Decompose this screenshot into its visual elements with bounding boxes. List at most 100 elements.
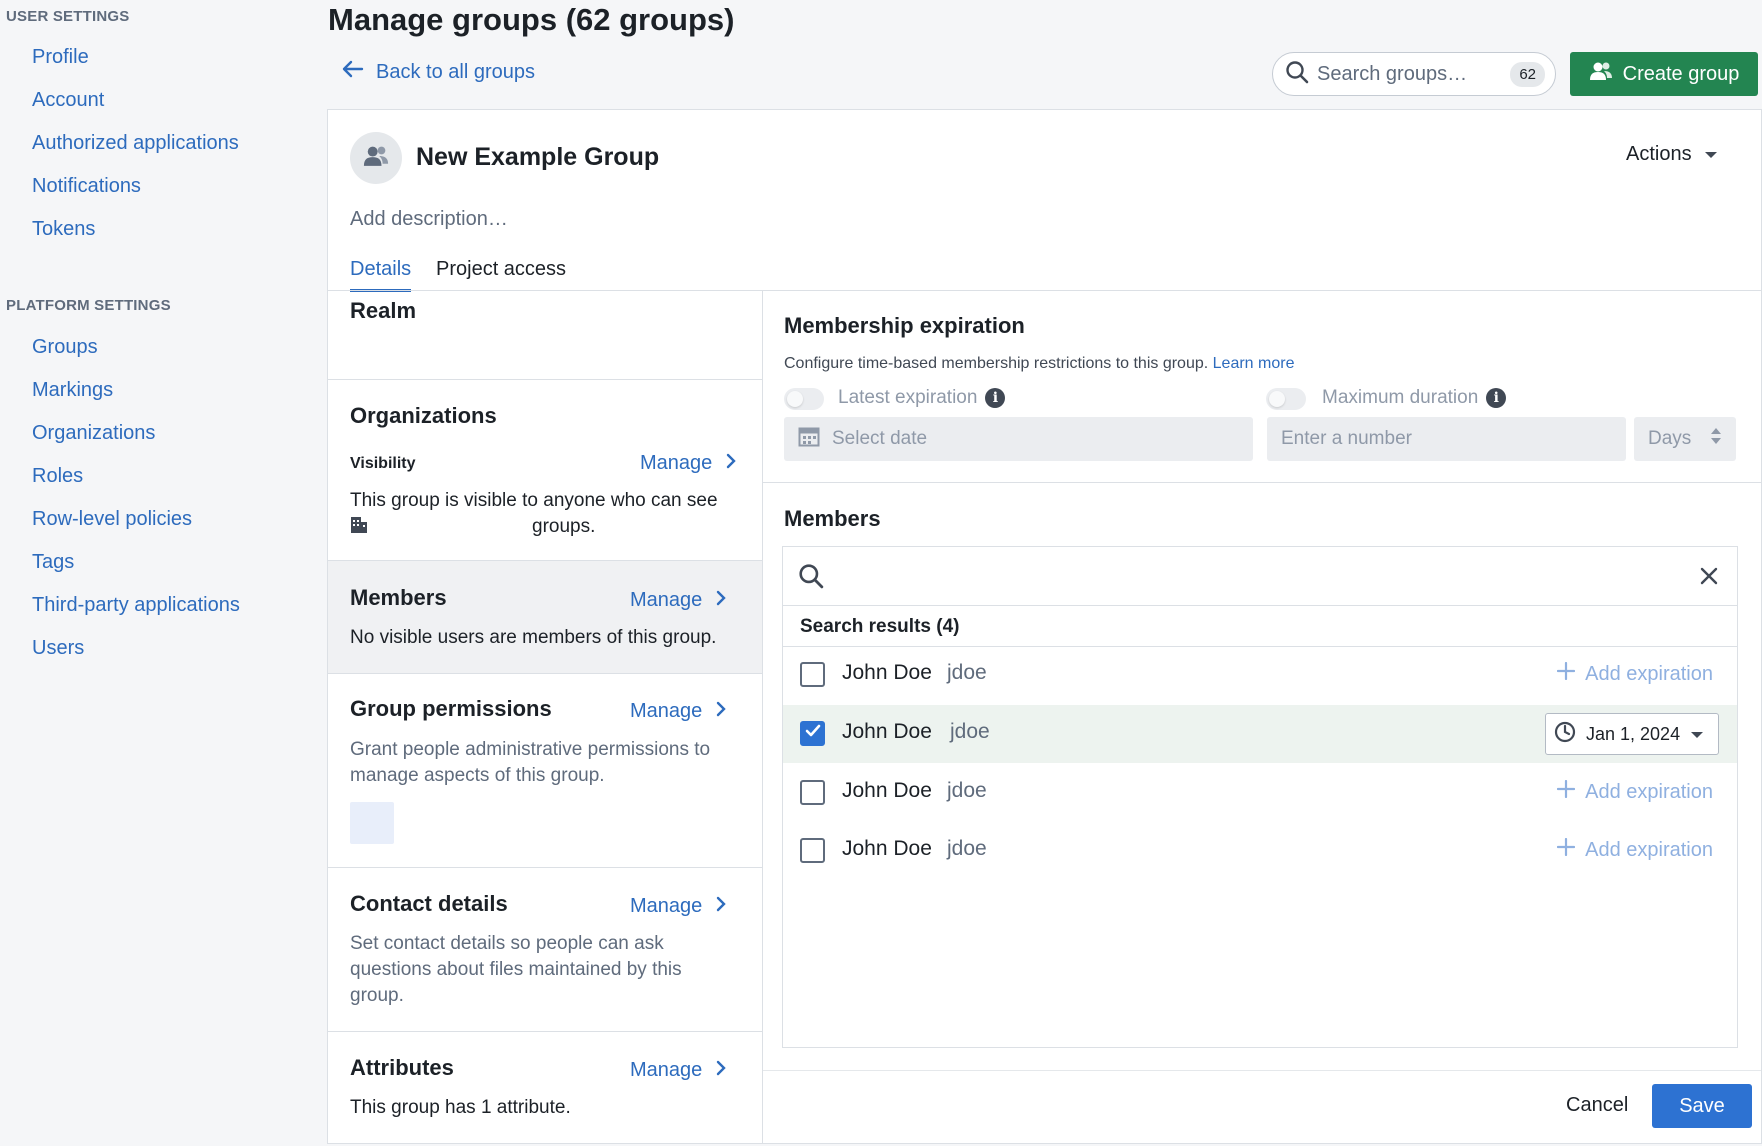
- sidebar-item-authorized-applications[interactable]: Authorized applications: [32, 132, 239, 155]
- latest-expiration-toggle[interactable]: [784, 388, 824, 410]
- sidebar-item-third-party-applications[interactable]: Third-party applications: [32, 594, 240, 617]
- expiration-description: Configure time-based membership restrict…: [784, 355, 1294, 373]
- member-username: jdoe: [947, 779, 987, 802]
- sidebar-item-notifications[interactable]: Notifications: [32, 175, 141, 198]
- info-icon[interactable]: i: [985, 388, 1006, 408]
- sidebar-item-roles[interactable]: Roles: [32, 465, 83, 488]
- membership-expiration-title: Membership expiration: [784, 313, 1025, 338]
- search-results-heading: Search results (4): [800, 616, 960, 637]
- attributes-title: Attributes: [350, 1055, 454, 1080]
- maximum-duration-label: Maximum duration i: [1322, 387, 1507, 409]
- member-checkbox[interactable]: [800, 838, 825, 863]
- chevron-right-icon: [726, 452, 736, 475]
- save-button[interactable]: Save: [1652, 1084, 1752, 1128]
- duration-unit-select[interactable]: Days: [1634, 417, 1736, 461]
- caret-down-icon: [1690, 724, 1704, 745]
- table-row[interactable]: John Doe jdoe Jan 1, 2024: [783, 705, 1737, 763]
- table-row[interactable]: John Doe jdoe Add expiration: [783, 822, 1737, 880]
- sidebar-item-tokens[interactable]: Tokens: [32, 218, 95, 241]
- plus-icon: [1557, 661, 1576, 686]
- learn-more-link[interactable]: Learn more: [1213, 355, 1295, 372]
- visibility-text: This group is visible to anyone who can …: [350, 490, 718, 511]
- member-name: John Doe: [842, 720, 932, 743]
- search-icon: [1285, 60, 1309, 89]
- sidebar-item-users[interactable]: Users: [32, 637, 84, 660]
- section-divider: [328, 1031, 762, 1032]
- table-row[interactable]: John Doe jdoe Add expiration: [783, 646, 1737, 704]
- sidebar-item-account[interactable]: Account: [32, 89, 104, 112]
- duration-number-input[interactable]: Enter a number: [1267, 417, 1626, 461]
- member-search-field[interactable]: [782, 546, 1738, 606]
- maximum-duration-text: Maximum duration: [1322, 387, 1479, 408]
- building-icon: [350, 516, 368, 539]
- sidebar-item-row-level-policies[interactable]: Row-level policies: [32, 508, 192, 531]
- add-expiration-button[interactable]: Add expiration: [1557, 779, 1713, 804]
- group-avatar: [350, 132, 402, 184]
- page-title: Manage groups (62 groups): [328, 2, 735, 37]
- member-username: jdoe: [947, 837, 987, 860]
- expiration-date-select[interactable]: Jan 1, 2024: [1545, 713, 1719, 755]
- plus-icon: [1557, 779, 1576, 804]
- table-row[interactable]: John Doe jdoe Add expiration: [783, 764, 1737, 822]
- groups-count-tag: 62: [1510, 62, 1545, 87]
- group-name[interactable]: New Example Group: [416, 143, 659, 172]
- add-expiration-button[interactable]: Add expiration: [1557, 661, 1713, 686]
- sidebar-item-profile[interactable]: Profile: [32, 46, 89, 69]
- member-name: John Doe: [842, 661, 932, 684]
- attributes-manage-link[interactable]: Manage: [630, 1059, 726, 1082]
- member-checkbox[interactable]: [800, 662, 825, 687]
- sidebar-item-tags[interactable]: Tags: [32, 551, 74, 574]
- close-icon[interactable]: [1700, 567, 1718, 590]
- caret-down-icon: [1704, 143, 1718, 166]
- info-icon[interactable]: i: [1486, 388, 1507, 408]
- member-name: John Doe: [842, 779, 932, 802]
- create-group-label: Create group: [1622, 62, 1740, 85]
- manage-label: Manage: [630, 1059, 703, 1081]
- member-checkbox[interactable]: [800, 780, 825, 805]
- realm-title: Realm: [350, 298, 417, 323]
- back-to-all-groups-link[interactable]: Back to all groups: [342, 60, 535, 84]
- members-section-title: Members: [350, 585, 447, 610]
- member-name: John Doe: [842, 837, 932, 860]
- chevron-right-icon: [716, 895, 726, 918]
- sidebar-item-groups[interactable]: Groups: [32, 336, 98, 359]
- platform-settings-heading: PLATFORM SETTINGS: [6, 297, 171, 314]
- add-description-field[interactable]: Add description…: [350, 208, 508, 231]
- plus-icon: [1557, 837, 1576, 862]
- permissions-placeholder-tag: [350, 802, 394, 844]
- user-settings-heading: USER SETTINGS: [6, 8, 130, 25]
- add-expiration-label: Add expiration: [1585, 838, 1713, 861]
- create-group-button[interactable]: Create group: [1570, 52, 1758, 96]
- duration-unit-value: Days: [1648, 428, 1692, 449]
- tab-project-access[interactable]: Project access: [436, 258, 566, 289]
- member-checkbox[interactable]: [800, 721, 825, 746]
- sidebar-item-markings[interactable]: Markings: [32, 379, 113, 402]
- members-manage-link[interactable]: Manage: [630, 589, 726, 612]
- tab-details[interactable]: Details: [350, 258, 412, 292]
- visibility-manage-link[interactable]: Manage: [640, 452, 736, 475]
- latest-expiration-text: Latest expiration: [838, 387, 978, 408]
- add-expiration-label: Add expiration: [1585, 662, 1713, 685]
- add-expiration-label: Add expiration: [1585, 780, 1713, 803]
- members-section-text: No visible users are members of this gro…: [350, 627, 717, 648]
- sidebar-item-organizations[interactable]: Organizations: [32, 422, 155, 445]
- search-icon: [798, 563, 824, 594]
- permissions-manage-link[interactable]: Manage: [630, 700, 726, 723]
- cancel-button[interactable]: Cancel: [1566, 1094, 1628, 1117]
- visibility-text-end: groups.: [532, 516, 596, 537]
- people-icon: [1589, 61, 1613, 87]
- contact-manage-link[interactable]: Manage: [630, 895, 726, 918]
- add-expiration-button[interactable]: Add expiration: [1557, 837, 1713, 862]
- latest-expiration-label: Latest expiration i: [838, 387, 1006, 409]
- checkmark-icon: [805, 724, 821, 743]
- chevron-right-icon: [716, 589, 726, 612]
- maximum-duration-toggle[interactable]: [1266, 388, 1306, 410]
- members-title: Members: [784, 506, 881, 531]
- group-permissions-title: Group permissions: [350, 696, 552, 721]
- section-divider: [328, 867, 762, 868]
- select-date-input[interactable]: Select date: [784, 417, 1253, 461]
- actions-menu-button[interactable]: Actions: [1626, 143, 1718, 166]
- search-groups-field[interactable]: 62: [1272, 52, 1556, 96]
- search-groups-input[interactable]: [1317, 62, 1507, 86]
- manage-label: Manage: [630, 700, 703, 722]
